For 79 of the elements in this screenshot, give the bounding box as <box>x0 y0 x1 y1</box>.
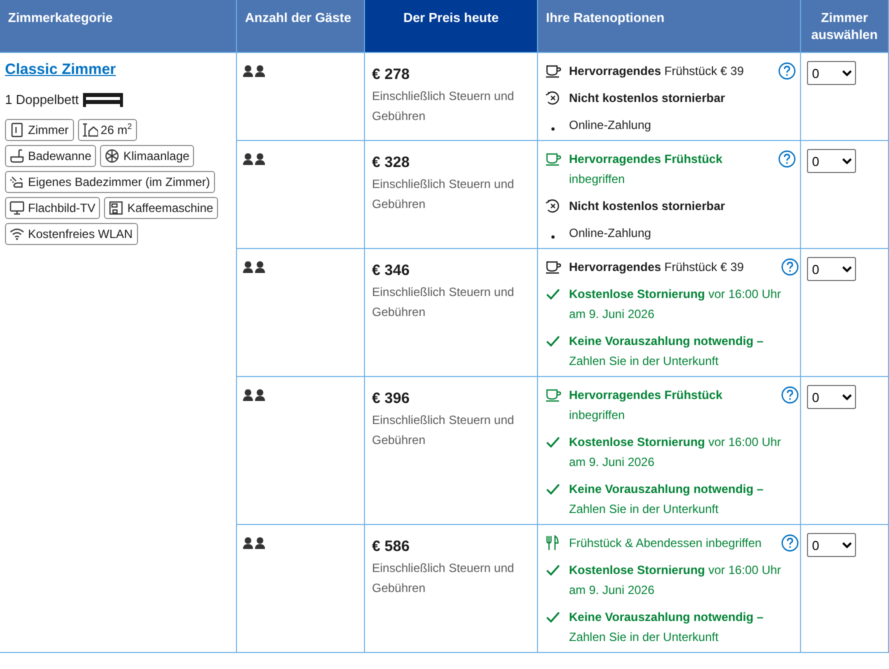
rate-option-text: Frühstück & Abendessen inbegriffen <box>569 535 762 552</box>
facility-tag: Kaffeemaschine <box>104 197 218 219</box>
help-icon <box>778 62 796 80</box>
coffee-machine-icon <box>108 200 124 216</box>
checkmark-icon <box>545 434 561 450</box>
rate-option-text: Kostenlose Stornierung vor 16:00 Uhr am 9. Juni 2026 <box>569 286 782 323</box>
column-header: Der Preis heute <box>364 0 538 52</box>
checkmark-icon <box>545 562 561 578</box>
help-icon <box>778 150 796 168</box>
quantity-select[interactable]: 0 <box>807 149 856 173</box>
facility-tag: 26 m$^{2}$ <box>78 119 137 141</box>
cup-icon <box>545 151 561 167</box>
quantity-select[interactable]: 0 <box>807 257 856 281</box>
checkmark-icon <box>545 286 561 302</box>
quantity-select[interactable]: 0 <box>807 61 856 85</box>
facility-tag: Klimaanlage <box>100 145 194 167</box>
price-note: Einschließlich Steuern und Gebühren <box>372 560 516 597</box>
column-header: Zimmerkategorie <box>0 0 236 52</box>
rate-option-text: Keine Vorauszahlung notwendig – Zahlen Sie in der Unterkunft <box>569 481 764 518</box>
price: € 586 <box>372 538 411 556</box>
cup-icon <box>545 259 561 275</box>
guests-icon <box>243 65 265 77</box>
cutlery-icon <box>545 535 561 551</box>
guests-icon <box>243 389 265 401</box>
help-icon <box>781 534 800 552</box>
rate-option-text: Nicht kostenlos stornierbar <box>569 90 726 107</box>
door-icon <box>9 122 25 138</box>
quantity-select[interactable]: 0 <box>807 385 856 409</box>
rate-option-text: Nicht kostenlos stornierbar <box>569 198 726 215</box>
wifi-icon <box>9 226 25 242</box>
guests-icon <box>243 261 265 273</box>
guests-icon <box>243 153 265 165</box>
bed-icon <box>82 91 124 107</box>
rate-option-text: Online-Zahlung <box>569 225 652 242</box>
facility-tag: Eigenes Badezimmer (im Zimmer) <box>5 171 216 193</box>
column-header: Ihre Ratenoptionen <box>538 0 800 52</box>
rate-option-text: Hervorragendes Frühstück € 39 <box>569 63 744 80</box>
rate-option-text: Keine Vorauszahlung notwendig – Zahlen Sie in der Unterkunft <box>569 333 764 370</box>
rate-option-text: Keine Vorauszahlung notwendig – Zahlen Sie in der Unterkunft <box>569 609 764 646</box>
bathtub-icon <box>9 148 25 164</box>
facility-tag: Badewanne <box>5 145 96 167</box>
ruler-house-icon <box>82 122 98 138</box>
tv-icon <box>9 200 25 216</box>
rate-option-text: Hervorragendes Frühstück € 39 <box>569 259 744 276</box>
price-note: Einschließlich Steuern und Gebühren <box>372 176 516 213</box>
help-icon <box>781 258 800 276</box>
clock-cross-icon <box>545 90 561 106</box>
snowflake-icon <box>104 148 120 164</box>
room-name-link[interactable]: Classic Zimmer <box>5 61 116 78</box>
cup-icon <box>545 63 561 79</box>
price-note: Einschließlich Steuern und Gebühren <box>372 284 516 321</box>
clock-cross-icon <box>545 198 561 214</box>
rate-option-text: Kostenlose Stornierung vor 16:00 Uhr am 9. Juni 2026 <box>569 434 782 471</box>
guests-icon <box>243 537 265 549</box>
rate-option-text: Hervorragendes Frühstück inbegriffen <box>569 151 722 188</box>
cup-icon <box>545 387 561 403</box>
checkmark-icon <box>545 609 561 625</box>
price: € 346 <box>372 262 411 280</box>
price-note: Einschließlich Steuern und Gebühren <box>372 412 516 449</box>
bed-info: 1 Doppelbett <box>5 92 79 106</box>
rate-option-text: Hervorragendes Frühstück inbegriffen <box>569 387 722 424</box>
column-header: Zimmer auswählen <box>800 0 888 52</box>
rate-option-text: Online-Zahlung <box>569 117 652 134</box>
facility-tag: Kostenfreies WLAN <box>5 223 138 245</box>
shower-icon <box>9 174 25 190</box>
help-icon <box>781 386 800 404</box>
facility-tag: Zimmer <box>5 119 74 141</box>
price: € 328 <box>372 154 411 172</box>
price: € 278 <box>372 66 411 84</box>
rate-option-text: Kostenlose Stornierung vor 16:00 Uhr am 9. Juni 2026 <box>569 562 782 599</box>
checkmark-icon <box>545 481 561 497</box>
facility-tag: Flachbild-TV <box>5 197 100 219</box>
bullet-icon <box>551 235 555 239</box>
quantity-select[interactable]: 0 <box>807 533 856 557</box>
column-header: Anzahl der Gäste <box>236 0 364 52</box>
price-note: Einschließlich Steuern und Gebühren <box>372 88 516 125</box>
checkmark-icon <box>545 333 561 349</box>
price: € 396 <box>372 390 411 408</box>
bullet-icon <box>551 127 555 131</box>
